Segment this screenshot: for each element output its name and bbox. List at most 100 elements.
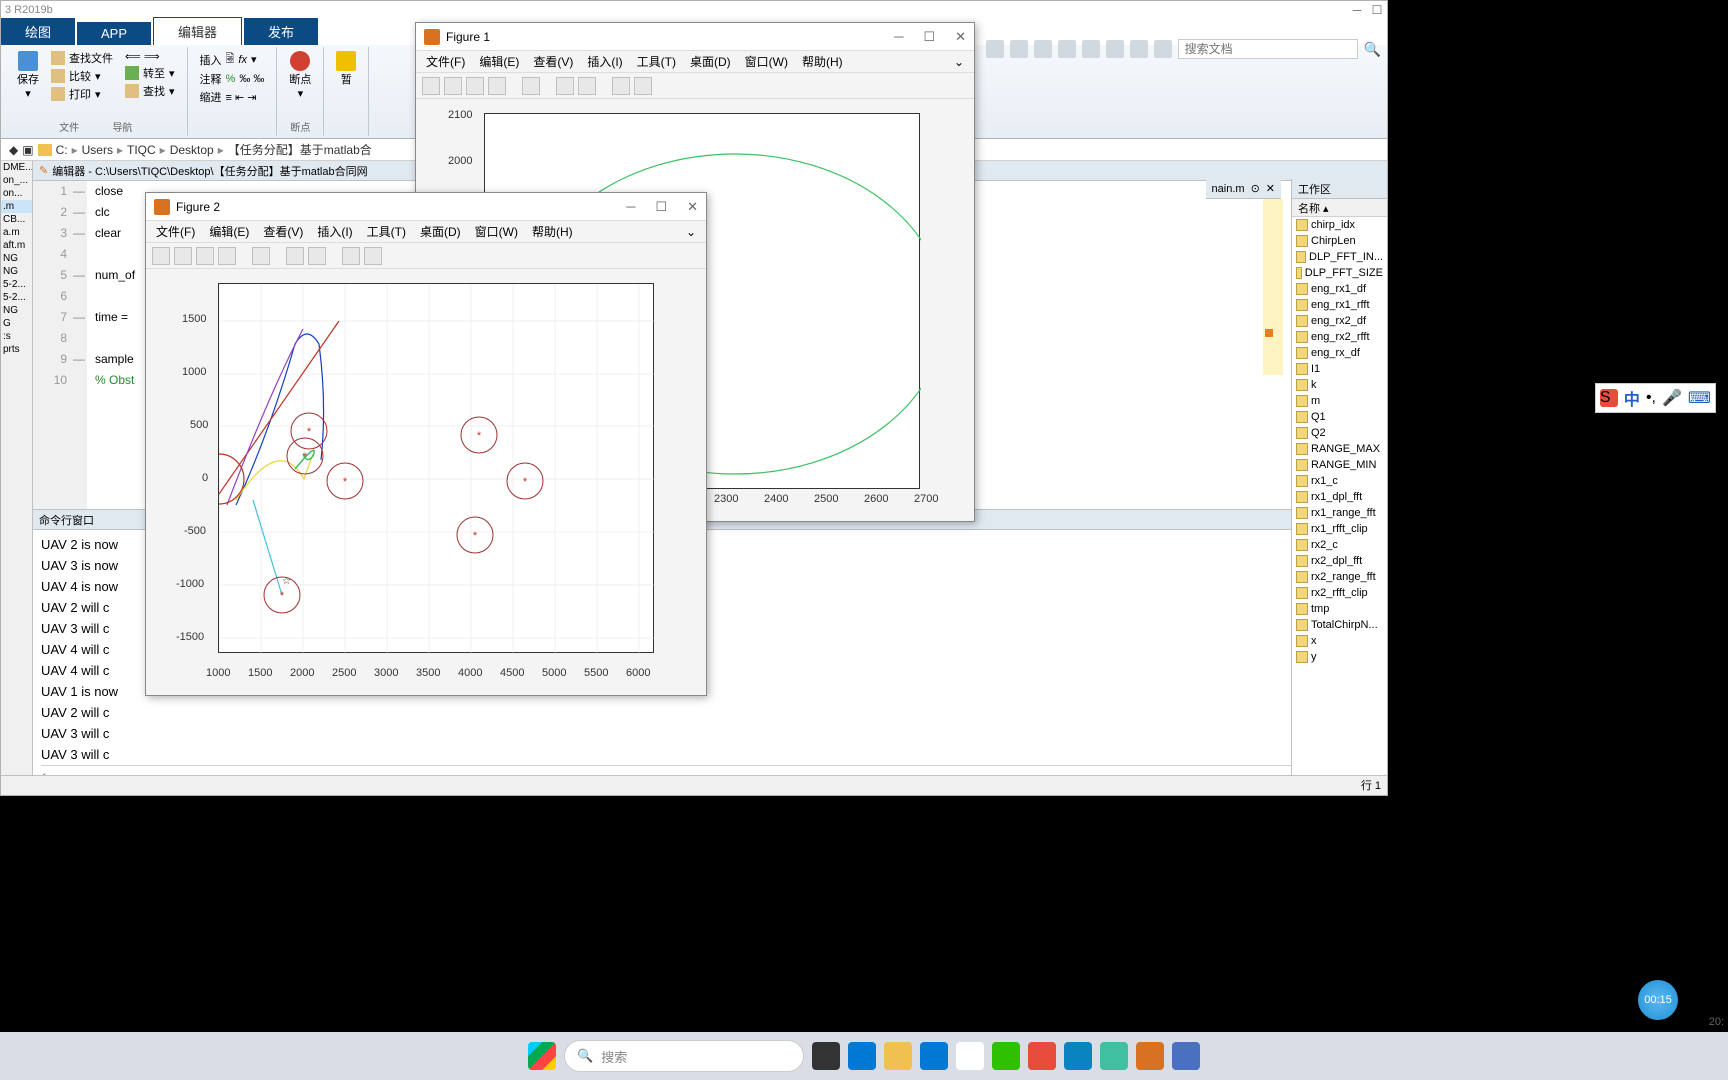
minimize-button[interactable]: ─ (1347, 1, 1367, 19)
nav-back[interactable]: ⟸ ⟹ (121, 49, 179, 64)
search-docs-input[interactable] (1178, 39, 1358, 59)
app-title: 3 R2019b (5, 4, 53, 16)
goto-button[interactable]: 转至▾ (121, 64, 179, 82)
comment-button[interactable]: 注释 % ‰ ‰ (196, 70, 269, 88)
layout2-icon[interactable] (578, 77, 596, 95)
app2-icon[interactable] (1172, 1042, 1200, 1070)
open-icon[interactable] (444, 77, 462, 95)
help-icon[interactable] (1154, 40, 1172, 58)
tab-publish[interactable]: 发布 (244, 18, 318, 45)
link-icon[interactable] (252, 247, 270, 265)
svg-text:*: * (303, 451, 308, 463)
editor-secondary-tab[interactable]: nain.m⊙✕ (1206, 179, 1281, 199)
status-line: 行 1 (1361, 776, 1381, 796)
matlab-taskbar-icon[interactable] (1136, 1042, 1164, 1070)
figure-2-menubar[interactable]: 文件(F)编辑(E) 查看(V)插入(I) 工具(T)桌面(D) 窗口(W)帮助… (146, 221, 706, 243)
close-button[interactable]: ✕ (955, 29, 966, 45)
window-controls: ─ ☐ (1347, 1, 1387, 19)
cursor-icon[interactable] (342, 247, 360, 265)
close-button[interactable]: ✕ (687, 199, 698, 215)
figure-2-window[interactable]: Figure 2 ─ ☐ ✕ 文件(F)编辑(E) 查看(V)插入(I) 工具(… (145, 192, 707, 696)
taskbar-search[interactable]: 🔍 搜索 (564, 1040, 804, 1072)
store-icon[interactable] (920, 1042, 948, 1070)
mic-icon[interactable]: 🎤 (1662, 388, 1682, 408)
ribbon-quick-access: 🔍 (986, 37, 1387, 61)
maximize-button[interactable]: ☐ (923, 29, 935, 45)
open-icon[interactable] (174, 247, 192, 265)
maximize-button[interactable]: ☐ (655, 199, 667, 215)
save-icon[interactable] (196, 247, 214, 265)
save-icon[interactable] (986, 40, 1004, 58)
indent-button[interactable]: 缩进 ≡ ⇤ ⇥ (196, 88, 269, 106)
find-files-button[interactable]: 查找文件 (47, 49, 117, 67)
figure-2-titlebar[interactable]: Figure 2 ─ ☐ ✕ (146, 193, 706, 221)
layout2-icon[interactable] (308, 247, 326, 265)
compare-button[interactable]: 比较▾ (47, 67, 117, 85)
link-icon[interactable] (522, 77, 540, 95)
tab-app[interactable]: APP (77, 22, 151, 45)
minimize-button[interactable]: ─ (626, 199, 635, 215)
close-icon[interactable]: ✕ (1266, 182, 1275, 195)
workspace-variable-list[interactable]: chirp_idx ChirpLen DLP_FFT_IN... DLP_FFT… (1292, 217, 1387, 665)
insert-button[interactable]: 插入 🗟 fx ▾ (196, 49, 269, 70)
figure-1-titlebar[interactable]: Figure 1 ─ ☐ ✕ (416, 23, 974, 51)
highlight-gutter (1263, 199, 1283, 375)
copy-icon[interactable] (1034, 40, 1052, 58)
cut-icon[interactable] (1010, 40, 1028, 58)
edge-icon[interactable] (848, 1042, 876, 1070)
dropdown-icon[interactable]: ⊙ (1251, 182, 1260, 195)
workspace-panel: 工作区 名称 ▴ chirp_idx ChirpLen DLP_FFT_IN..… (1291, 179, 1387, 795)
chrome-icon[interactable] (956, 1042, 984, 1070)
baidu-icon[interactable] (1064, 1042, 1092, 1070)
svg-text:*: * (343, 476, 348, 488)
app-icon[interactable] (1100, 1042, 1128, 1070)
new-icon[interactable] (152, 247, 170, 265)
statusbar: 行 1 (1, 775, 1387, 795)
print-icon[interactable] (488, 77, 506, 95)
figure-1-menubar[interactable]: 文件(F)编辑(E) 查看(V)插入(I) 工具(T)桌面(D) 窗口(W)帮助… (416, 51, 974, 73)
search-icon: 🔍 (577, 1048, 593, 1064)
taskbar[interactable]: 🔍 搜索 (0, 1032, 1728, 1080)
tab-plot[interactable]: 绘图 (1, 18, 75, 45)
maximize-button[interactable]: ☐ (1367, 1, 1387, 19)
redo-icon[interactable] (1106, 40, 1124, 58)
tab-editor[interactable]: 编辑器 (153, 17, 242, 45)
new-icon[interactable] (422, 77, 440, 95)
search-icon[interactable]: 🔍 (1364, 41, 1381, 58)
matlab-logo-icon (154, 199, 170, 215)
taskview-icon[interactable] (812, 1042, 840, 1070)
figure-1-toolbar[interactable] (416, 73, 974, 99)
save-dropdown[interactable]: 保存▾ (13, 49, 43, 103)
wechat-icon[interactable] (992, 1042, 1020, 1070)
file-list-sidebar[interactable]: DME...on_...on... .mCB... a.maft.mNG NG5… (1, 161, 33, 795)
keyboard-icon[interactable]: ⌨ (1688, 388, 1711, 408)
undo-icon[interactable] (1082, 40, 1100, 58)
ime-punct-icon[interactable]: •, (1646, 389, 1656, 407)
start-button[interactable] (528, 1042, 556, 1070)
save-icon[interactable] (466, 77, 484, 95)
timer-widget[interactable]: 00:15 (1638, 980, 1678, 1020)
svg-text:☆: ☆ (282, 576, 291, 587)
explorer-icon[interactable] (884, 1042, 912, 1070)
svg-text:*: * (280, 590, 285, 602)
inspect-icon[interactable] (364, 247, 382, 265)
ime-toolbar[interactable]: S 中 •, 🎤 ⌨ (1595, 383, 1716, 413)
paste-icon[interactable] (1058, 40, 1076, 58)
find-button[interactable]: 查找▾ (121, 82, 179, 100)
minimize-button[interactable]: ─ (894, 29, 903, 45)
workspace-title: 工作区 (1292, 179, 1387, 199)
print-icon[interactable] (218, 247, 236, 265)
wps-icon[interactable] (1028, 1042, 1056, 1070)
inspect-icon[interactable] (634, 77, 652, 95)
figure-2-toolbar[interactable] (146, 243, 706, 269)
breakpoint-button[interactable]: 断点▾ (285, 49, 315, 102)
cursor-icon[interactable] (612, 77, 630, 95)
print-button[interactable]: 打印▾ (47, 85, 117, 103)
figure-2-axes[interactable]: ** ** ** * ☆ 1500 1000 500 0 -500 -1000 … (146, 269, 706, 693)
sogou-icon[interactable]: S (1600, 389, 1618, 407)
pause-button[interactable]: 暂 (332, 49, 360, 89)
print-icon[interactable] (1130, 40, 1148, 58)
layout1-icon[interactable] (556, 77, 574, 95)
layout1-icon[interactable] (286, 247, 304, 265)
workspace-col-name[interactable]: 名称 ▴ (1292, 199, 1387, 217)
